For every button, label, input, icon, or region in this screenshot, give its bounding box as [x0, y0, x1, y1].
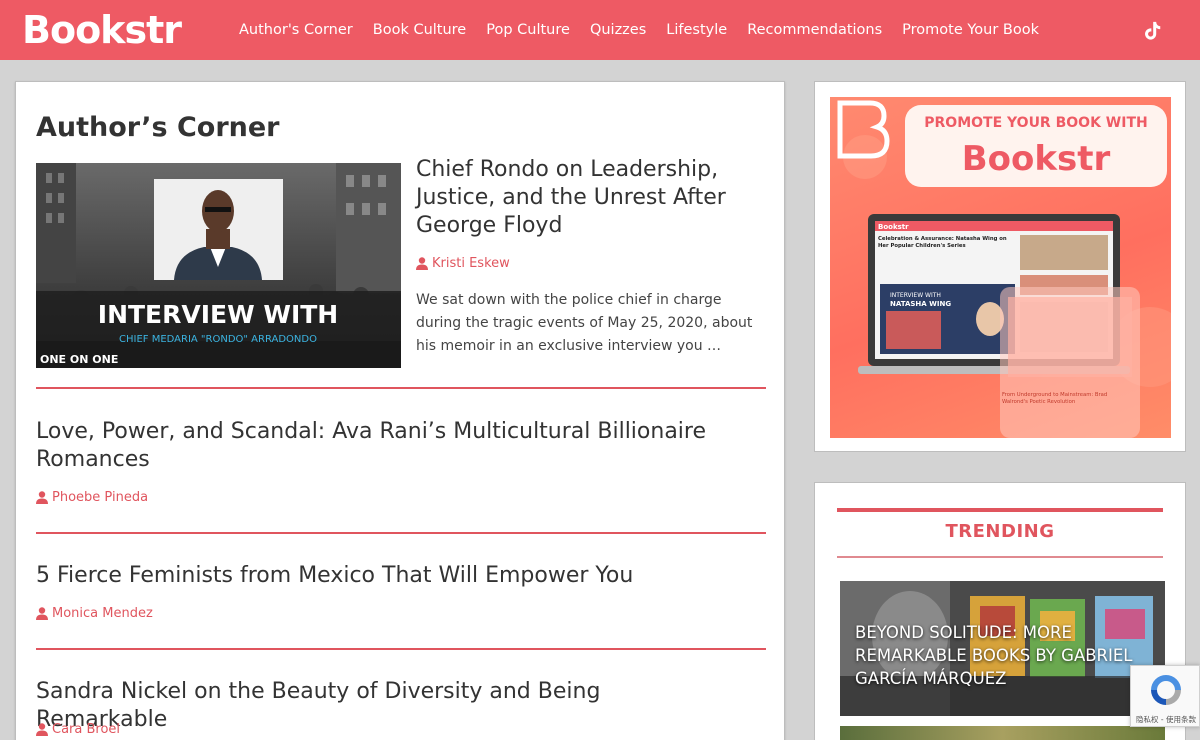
article-author[interactable]: Monica Mendez	[36, 606, 153, 621]
trending-heading: TRENDING	[945, 521, 1055, 542]
nav-item-recommendations[interactable]: Recommendations	[747, 19, 882, 41]
author-name: Cara Broel	[52, 722, 121, 737]
article-author[interactable]: Phoebe Pineda	[36, 490, 148, 505]
article-title[interactable]: Sandra Nickel on the Beauty of Diversity…	[36, 678, 736, 734]
author-name: Kristi Eskew	[432, 256, 510, 271]
featured-article-author[interactable]: Kristi Eskew	[416, 256, 510, 271]
tiktok-icon[interactable]	[1141, 20, 1163, 42]
nav-item-authors-corner[interactable]: Author's Corner	[239, 19, 353, 41]
divider	[36, 532, 766, 534]
ad-phone-headline: From Underground to Mainstream: Brad Wal…	[1002, 392, 1108, 405]
user-icon	[36, 607, 48, 620]
trending-item[interactable]: BEYOND SOLITUDE: MORE REMARKABLE BOOKS B…	[840, 581, 1165, 716]
featured-article-title[interactable]: Chief Rondo on Leadership, Justice, and …	[416, 156, 766, 240]
promo-ad-banner[interactable]: Bookstr Celebration & Assurance: Natasha…	[830, 97, 1171, 438]
trending-item-title: BEYOND SOLITUDE: MORE REMARKABLE BOOKS B…	[855, 623, 1133, 688]
main-nav: Author's Corner Book Culture Pop Culture…	[239, 19, 1059, 41]
article-title[interactable]: 5 Fierce Feminists from Mexico That Will…	[36, 562, 736, 590]
trending-bottom-rule	[837, 556, 1163, 558]
site-header: Bookstr Author's Corner Book Culture Pop…	[0, 0, 1200, 60]
user-icon	[36, 723, 48, 736]
main-content: Author’s Corner INTERVIEW WITH CHIEF MED…	[15, 81, 785, 740]
nav-item-quizzes[interactable]: Quizzes	[590, 19, 646, 41]
author-name: Monica Mendez	[52, 606, 153, 621]
ad-screen-image-line1: INTERVIEW WITH	[890, 292, 941, 299]
nav-item-promote-your-book[interactable]: Promote Your Book	[902, 19, 1039, 41]
logo-text: Bookstr	[22, 8, 182, 52]
featured-image-subtitle: CHIEF MEDARIA "RONDO" ARRADONDO	[119, 334, 317, 345]
recaptcha-links[interactable]: 隐私权 - 使用条款	[1133, 714, 1199, 725]
page-title: Author’s Corner	[36, 112, 280, 143]
featured-image[interactable]: INTERVIEW WITH CHIEF MEDARIA "RONDO" ARR…	[36, 163, 401, 368]
article-title[interactable]: Love, Power, and Scandal: Ava Rani’s Mul…	[36, 418, 736, 474]
recaptcha-icon	[1151, 675, 1181, 705]
user-icon	[36, 491, 48, 504]
author-name: Phoebe Pineda	[52, 490, 149, 505]
divider	[36, 387, 766, 389]
ad-speech-bubble: PROMOTE YOUR BOOK WITH Bookstr	[905, 105, 1167, 187]
user-icon	[416, 257, 428, 270]
ad-screen-headline: Celebration & Assurance: Natasha Wing on…	[878, 236, 1007, 249]
featured-image-headline: INTERVIEW WITH	[98, 300, 338, 329]
featured-article-excerpt: We sat down with the police chief in cha…	[416, 292, 753, 354]
ad-logo: Bookstr	[961, 139, 1111, 179]
recaptcha-badge[interactable]: 隐私权 - 使用条款	[1130, 665, 1200, 727]
article-author[interactable]: Cara Broel	[36, 722, 120, 737]
nav-item-lifestyle[interactable]: Lifestyle	[666, 19, 727, 41]
ad-screen-image-line2: NATASHA WING	[890, 300, 951, 308]
nav-item-book-culture[interactable]: Book Culture	[373, 19, 466, 41]
trending-item-next[interactable]	[840, 726, 1165, 740]
ad-headline: PROMOTE YOUR BOOK WITH	[924, 115, 1148, 131]
trending-top-rule	[837, 508, 1163, 512]
promo-ad-card: Bookstr Celebration & Assurance: Natasha…	[814, 81, 1186, 452]
divider	[36, 648, 766, 650]
site-logo[interactable]: Bookstr	[22, 8, 182, 52]
ad-screen-logo: Bookstr	[878, 223, 909, 231]
featured-image-badge: ONE ON ONE	[40, 353, 118, 366]
nav-item-pop-culture[interactable]: Pop Culture	[486, 19, 570, 41]
